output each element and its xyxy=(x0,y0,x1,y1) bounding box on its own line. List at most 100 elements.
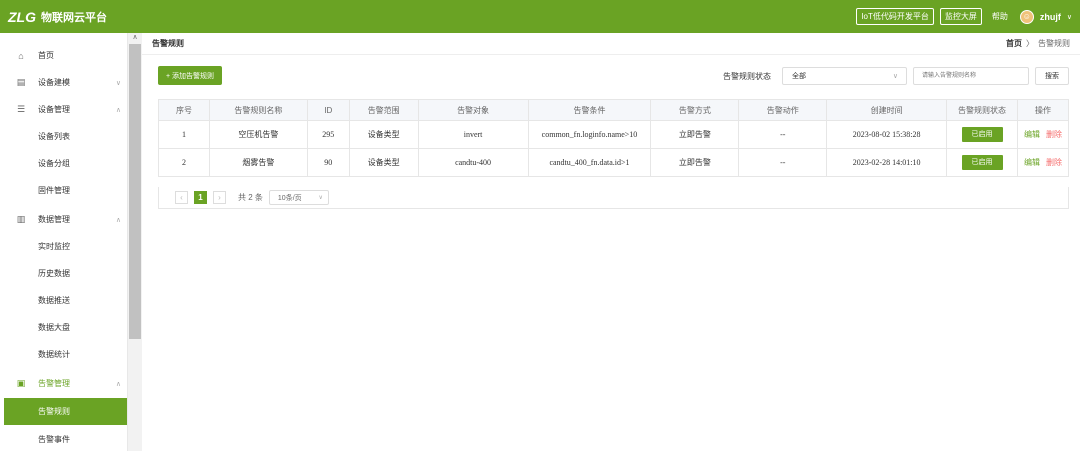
sidebar-item-alarm-management[interactable]: ▣ 告警管理 ∧ xyxy=(0,370,128,397)
edit-link[interactable]: 编辑 xyxy=(1024,158,1040,167)
column-header: ID xyxy=(306,99,350,121)
lowcode-platform-button[interactable]: IoT低代码开发平台 xyxy=(856,8,934,25)
cell-method: 立即告警 xyxy=(650,120,740,149)
cell-action: -- xyxy=(738,148,828,177)
sidebar-item-label: 固件管理 xyxy=(38,186,70,195)
page-title: 告警规则 xyxy=(152,39,184,48)
app-name: 物联网云平台 xyxy=(41,11,107,24)
cell-status: 已启用 xyxy=(946,120,1019,149)
sidebar-item-firmware[interactable]: 固件管理 xyxy=(0,177,128,204)
sidebar-item-device-management[interactable]: ☰ 设备管理 ∧ xyxy=(0,96,128,123)
sidebar-item-data-dashboard[interactable]: 数据大盘 xyxy=(0,314,128,341)
status-filter-value: 全部 xyxy=(792,73,806,80)
page-size-select[interactable]: 10条/页 ∨ xyxy=(268,190,329,205)
cell-scope: 设备类型 xyxy=(348,148,419,177)
breadcrumb-current: 告警规则 xyxy=(1038,39,1070,48)
sidebar-scrollbar[interactable]: ∧ xyxy=(128,33,142,451)
model-icon: ▤ xyxy=(16,77,26,87)
sidebar-item-alarm-events[interactable]: 告警事件 xyxy=(0,426,128,451)
home-icon: ⌂ xyxy=(18,50,24,61)
sidebar-item-home[interactable]: ⌂ 首页 xyxy=(0,42,128,69)
column-header: 告警动作 xyxy=(738,99,828,121)
sidebar-item-device-modeling[interactable]: ▤ 设备建模 ∨ xyxy=(0,69,128,96)
column-header: 操作 xyxy=(1017,99,1069,121)
sidebar-item-label: 设备建模 xyxy=(38,78,70,87)
cell-scope: 设备类型 xyxy=(348,120,419,149)
scroll-up-icon[interactable]: ∧ xyxy=(128,33,142,42)
status-filter-label: 告警规则状态 xyxy=(723,72,771,81)
cell-index: 2 xyxy=(158,148,210,177)
sidebar-item-alarm-rules[interactable]: 告警规则 xyxy=(4,398,127,425)
sidebar-item-label: 设备分组 xyxy=(38,159,70,168)
sidebar-item-label: 数据推送 xyxy=(38,296,70,305)
cell-id: 295 xyxy=(306,120,350,149)
search-button[interactable]: 搜索 xyxy=(1035,67,1069,85)
cell-operations: 编辑 删除 xyxy=(1017,148,1069,177)
cell-operations: 编辑 删除 xyxy=(1017,120,1069,149)
sidebar-item-device-list[interactable]: 设备列表 xyxy=(0,123,128,150)
rule-name-search-input[interactable] xyxy=(913,67,1029,85)
column-header: 创建时间 xyxy=(826,99,948,121)
add-alarm-rule-button[interactable]: + 添加告警规则 xyxy=(158,66,223,85)
column-header: 告警范围 xyxy=(348,99,419,121)
cell-rule-name: 烟雾告警 xyxy=(208,148,308,177)
chevron-down-icon: ∨ xyxy=(892,73,898,80)
top-bar: ZLG 物联网云平台 IoT低代码开发平台 监控大屏 帮助 ☺ zhujf ∨ xyxy=(0,0,1080,33)
sidebar-item-label: 设备列表 xyxy=(38,132,70,141)
next-page-icon[interactable]: › xyxy=(213,191,226,204)
edit-link[interactable]: 编辑 xyxy=(1024,130,1040,139)
breadcrumb: 首页 〉 告警规则 xyxy=(1006,38,1070,49)
column-header: 告警规则名称 xyxy=(208,99,308,121)
scrollbar-thumb[interactable] xyxy=(129,44,141,339)
help-link[interactable]: 帮助 xyxy=(992,11,1008,22)
page-number-current[interactable]: 1 xyxy=(194,191,207,204)
sidebar-item-label: 实时监控 xyxy=(38,242,70,251)
delete-link[interactable]: 删除 xyxy=(1046,130,1062,139)
dashboard-button[interactable]: 监控大屏 xyxy=(939,8,982,25)
sidebar-item-data-management[interactable]: ▥ 数据管理 ∧ xyxy=(0,206,128,233)
cell-status: 已启用 xyxy=(946,148,1019,177)
sidebar-item-label: 设备管理 xyxy=(38,105,70,114)
sidebar-item-label: 数据统计 xyxy=(38,350,70,359)
top-right-actions: IoT低代码开发平台 监控大屏 帮助 ☺ zhujf ∨ xyxy=(856,8,1072,25)
logo[interactable]: ZLG 物联网云平台 xyxy=(8,9,107,25)
status-filter-select[interactable]: 全部 ∨ xyxy=(782,67,907,85)
sidebar-item-label: 历史数据 xyxy=(38,269,70,278)
chevron-up-icon: ∧ xyxy=(115,380,121,388)
sidebar-item-data-statistics[interactable]: 数据统计 xyxy=(0,341,128,368)
sidebar-item-label: 首页 xyxy=(38,51,54,60)
cell-id: 90 xyxy=(306,148,350,177)
chevron-down-icon: ∨ xyxy=(318,195,323,201)
table-header-row: 序号 告警规则名称 ID 告警范围 告警对象 告警条件 告警方式 告警动作 创建… xyxy=(158,99,1069,121)
logo-mark: ZLG xyxy=(8,8,36,25)
cell-target: candtu-400 xyxy=(417,148,529,177)
username[interactable]: zhujf xyxy=(1040,12,1061,22)
sidebar-item-history-data[interactable]: 历史数据 xyxy=(0,260,128,287)
column-header: 告警方式 xyxy=(650,99,740,121)
breadcrumb-separator-icon: 〉 xyxy=(1026,39,1034,48)
status-toggle-button[interactable]: 已启用 xyxy=(961,155,1003,170)
column-header: 告警条件 xyxy=(527,99,652,121)
page-size-value: 10条/页 xyxy=(277,194,302,202)
device-icon: ☰ xyxy=(16,104,26,114)
cell-index: 1 xyxy=(158,120,210,149)
avatar[interactable]: ☺ xyxy=(1019,9,1034,24)
chevron-up-icon: ∧ xyxy=(115,216,121,224)
sidebar-item-label: 数据管理 xyxy=(38,215,70,224)
sidebar-item-device-group[interactable]: 设备分组 xyxy=(0,150,128,177)
sidebar-item-label: 告警规则 xyxy=(38,407,70,416)
cell-rule-name: 空压机告警 xyxy=(208,120,308,149)
chart-icon: ▥ xyxy=(16,214,26,224)
status-toggle-button[interactable]: 已启用 xyxy=(961,127,1003,142)
alarm-rules-table: 序号 告警规则名称 ID 告警范围 告警对象 告警条件 告警方式 告警动作 创建… xyxy=(158,99,1069,177)
chevron-down-icon[interactable]: ∨ xyxy=(1067,13,1072,21)
breadcrumb-home[interactable]: 首页 xyxy=(1006,38,1022,49)
delete-link[interactable]: 删除 xyxy=(1046,158,1062,167)
sidebar-item-realtime-monitor[interactable]: 实时监控 xyxy=(0,233,128,260)
column-header: 告警规则状态 xyxy=(946,99,1019,121)
main-content: 告警规则 首页 〉 告警规则 + 添加告警规则 告警规则状态 全部 ∨ 搜索 序… xyxy=(142,33,1080,451)
cell-target: invert xyxy=(417,120,529,149)
prev-page-icon[interactable]: ‹ xyxy=(175,191,188,204)
page-header: 告警规则 首页 〉 告警规则 xyxy=(142,33,1080,55)
sidebar-item-data-push[interactable]: 数据推送 xyxy=(0,287,128,314)
